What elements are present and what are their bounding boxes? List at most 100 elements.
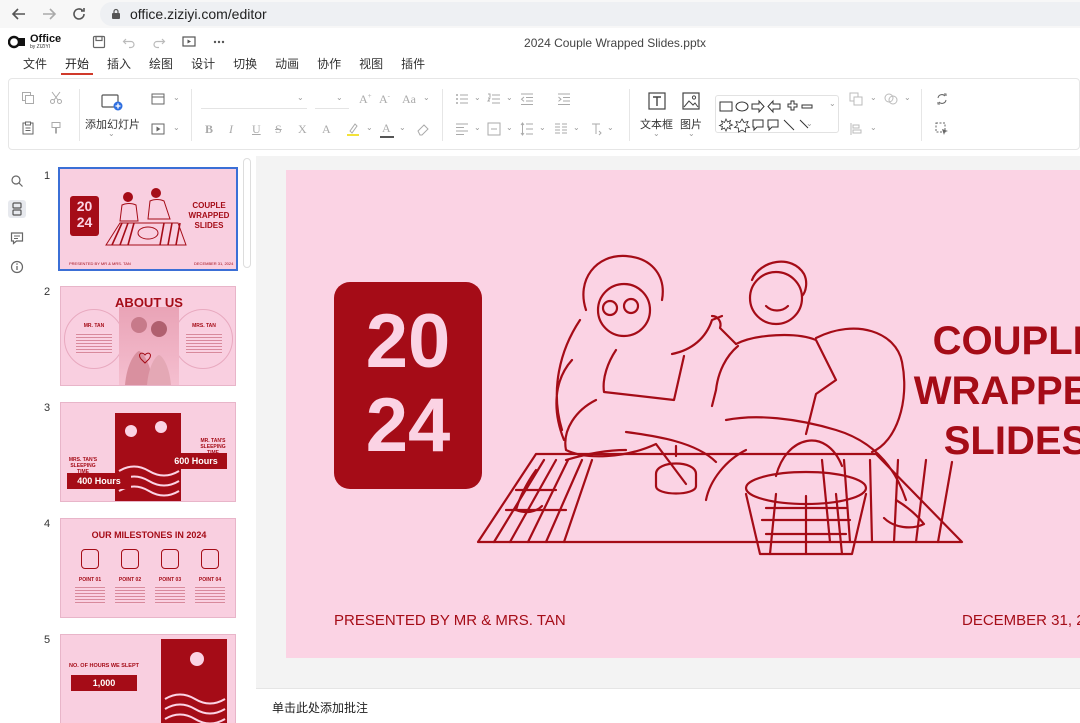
shape-fill-button[interactable] <box>884 92 898 106</box>
italic-icon[interactable]: I <box>229 122 233 137</box>
picture-button[interactable] <box>681 91 701 111</box>
forward-button[interactable] <box>34 0 64 28</box>
menu-tabs: 文件 开始 插入 绘图 设计 切换 动画 协作 视图 插件 <box>14 56 434 76</box>
add-slide-button[interactable] <box>101 93 123 111</box>
arrange-icon <box>849 92 863 106</box>
thumb-text-lines <box>186 332 222 354</box>
align-objects-button[interactable] <box>849 122 863 136</box>
font-family-select[interactable] <box>201 89 307 109</box>
slide-thumbnail-4[interactable]: OUR MILESTONES IN 2024 POINT 01 POINT 02 P… <box>60 518 236 618</box>
font-size-select[interactable] <box>315 89 349 109</box>
comments-button[interactable] <box>8 229 26 247</box>
chevron-down-icon[interactable]: ⌄ <box>806 119 813 128</box>
menu-tab[interactable]: 文件 <box>14 56 56 76</box>
chevron-down-icon[interactable]: ⌄ <box>870 93 877 102</box>
chevron-down-icon[interactable]: ⌄ <box>607 123 614 132</box>
replace-button[interactable] <box>935 92 949 106</box>
menu-tab[interactable]: 协作 <box>308 56 350 76</box>
format-painter-button[interactable] <box>49 121 63 135</box>
chevron-down-icon[interactable]: ⌄ <box>173 123 180 132</box>
thumbnail-scrollbar[interactable] <box>243 158 251 268</box>
menu-tab[interactable]: 绘图 <box>140 56 182 76</box>
chevron-down-icon[interactable]: ⌄ <box>653 129 660 138</box>
milestone-text-lines <box>115 585 145 605</box>
decrease-font-icon[interactable]: A- <box>379 92 390 107</box>
columns-button[interactable] <box>554 122 568 136</box>
media-button[interactable] <box>151 122 165 136</box>
align-button[interactable] <box>455 122 469 136</box>
chevron-down-icon[interactable]: ⌄ <box>366 123 373 132</box>
chevron-down-icon[interactable]: ⌄ <box>423 93 430 102</box>
reload-button[interactable] <box>64 0 94 28</box>
thumb-year-top: 20 <box>76 198 93 214</box>
clipboard-icon <box>22 121 34 135</box>
chevron-down-icon[interactable]: ⌄ <box>506 123 513 132</box>
shapes-gallery[interactable] <box>715 95 839 133</box>
couple-picnic-illustration <box>476 254 964 556</box>
info-button[interactable] <box>8 258 26 276</box>
clear-format-icon[interactable]: A <box>322 122 331 137</box>
slide-thumbnail-3[interactable]: MR. TAN'S SLEEPING TIME 600 Hours MRS. T… <box>60 402 236 502</box>
cut-button[interactable] <box>49 91 63 105</box>
vertical-align-button[interactable] <box>487 122 501 136</box>
slide-thumbnail-5[interactable]: NO. OF HOURS WE SLEPT 1,000 <box>60 634 236 723</box>
indent-button[interactable] <box>557 92 571 106</box>
menu-tab[interactable]: 切换 <box>224 56 266 76</box>
font-color-icon[interactable]: A <box>382 121 391 136</box>
highlight-button[interactable] <box>346 122 360 136</box>
chevron-down-icon[interactable]: ⌄ <box>474 123 481 132</box>
eraser-button[interactable] <box>416 122 430 136</box>
chevron-down-icon[interactable]: ⌄ <box>870 123 877 132</box>
chevron-down-icon[interactable]: ⌄ <box>573 123 580 132</box>
thumb-right-value: 600 Hours <box>174 456 218 466</box>
bullet-list-button[interactable] <box>455 92 469 106</box>
copy-button[interactable] <box>21 91 35 105</box>
text-direction-button[interactable] <box>589 122 603 136</box>
change-case-icon[interactable]: Aa <box>402 92 416 107</box>
chevron-down-icon[interactable]: ⌄ <box>506 93 513 102</box>
paste-button[interactable] <box>21 121 35 135</box>
menu-tab[interactable]: 开始 <box>56 56 98 76</box>
strikethrough-icon[interactable]: S <box>275 122 282 137</box>
search-button[interactable] <box>8 172 26 190</box>
chevron-down-icon[interactable]: ⌄ <box>399 123 406 132</box>
chevron-down-icon[interactable]: ⌄ <box>539 123 546 132</box>
numbered-list-button[interactable] <box>487 92 501 106</box>
select-cursor-icon <box>935 122 948 135</box>
outdent-button[interactable] <box>520 92 534 106</box>
textbox-button[interactable] <box>647 91 667 111</box>
slides-panel-button[interactable] <box>8 200 26 218</box>
select-button[interactable] <box>935 122 949 136</box>
current-slide[interactable]: 20 24 COUPL WRAPPE SLIDES PRESENTED BY M… <box>286 170 1080 658</box>
chevron-down-icon[interactable]: ⌄ <box>173 93 180 102</box>
underline-icon[interactable]: U <box>252 122 261 137</box>
menu-tab[interactable]: 设计 <box>182 56 224 76</box>
menu-tab[interactable]: 视图 <box>350 56 392 76</box>
menu-tab[interactable]: 动画 <box>266 56 308 76</box>
copy-icon <box>22 92 34 104</box>
menu-tab[interactable]: 插入 <box>98 56 140 76</box>
superscript-icon[interactable]: X <box>298 122 307 137</box>
chevron-down-icon[interactable]: ⌄ <box>904 93 911 102</box>
chevron-down-icon[interactable]: ⌄ <box>829 99 836 108</box>
address-bar[interactable]: office.ziziyi.com/editor <box>100 2 1080 26</box>
chevron-down-icon[interactable]: ⌄ <box>474 93 481 102</box>
layout-button[interactable] <box>151 92 165 106</box>
chevron-down-icon[interactable]: ⌄ <box>688 129 695 138</box>
chevron-down-icon[interactable]: ⌄ <box>297 93 304 102</box>
line-spacing-button[interactable] <box>520 122 534 136</box>
milestone-icon <box>201 549 219 569</box>
back-button[interactable] <box>4 0 34 28</box>
arrange-button[interactable] <box>849 92 863 106</box>
milestone-icon <box>121 549 139 569</box>
bold-icon[interactable]: B <box>205 122 213 137</box>
slide-thumbnail-2[interactable]: ABOUT US MR. TAN MRS. TAN <box>60 286 236 386</box>
chevron-down-icon[interactable]: ⌄ <box>336 93 343 102</box>
sleeping-illustration-icon <box>161 639 227 723</box>
notes-bar[interactable]: 单击此处添加批注 <box>256 688 1080 723</box>
chevron-down-icon[interactable]: ⌄ <box>108 129 115 138</box>
increase-font-icon[interactable]: A+ <box>359 92 372 107</box>
slide-thumbnail-1[interactable]: 20 24 COUPLE WRAPPED SLIDES PRESENTED BY… <box>58 167 238 271</box>
menu-tab[interactable]: 插件 <box>392 56 434 76</box>
notes-placeholder[interactable]: 单击此处添加批注 <box>272 699 368 716</box>
